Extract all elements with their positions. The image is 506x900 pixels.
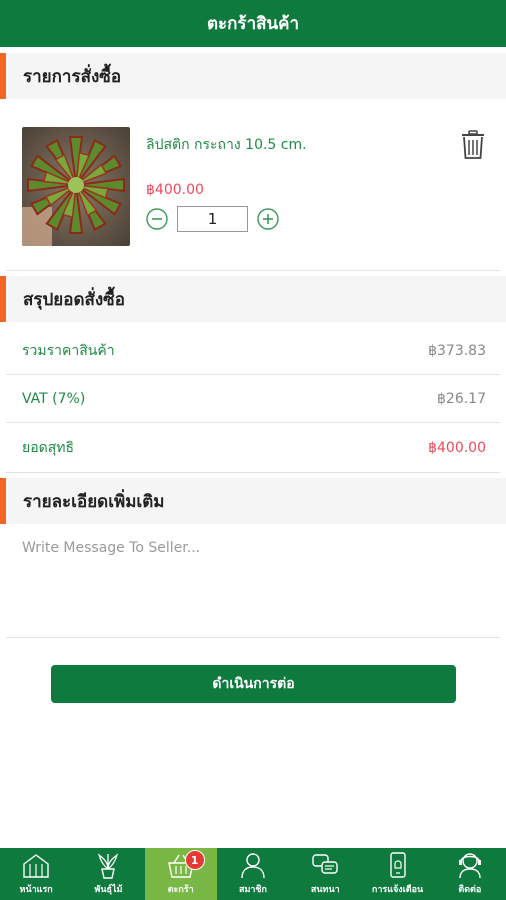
section-accent-bar	[0, 53, 6, 99]
nav-item-member[interactable]: สมาชิก	[217, 848, 289, 900]
net-total-label: ยอดสุทธิ	[22, 440, 75, 456]
nav-item-notification[interactable]: การแจ้งเตือน	[361, 848, 433, 900]
vat-value: ฿26.17	[437, 391, 486, 407]
subtotal-label: รวมราคาสินค้า	[22, 343, 115, 359]
home-icon	[23, 854, 49, 878]
message-to-seller-input[interactable]	[22, 540, 492, 630]
section-accent-bar	[0, 478, 6, 524]
nav-label: ติดต่อ	[458, 885, 482, 895]
nav-label: หน้าแรก	[19, 885, 53, 895]
cart-count-badge: 1	[184, 850, 205, 870]
product-image[interactable]	[22, 127, 130, 246]
divider	[6, 422, 500, 423]
quantity-stepper	[146, 205, 279, 233]
nav-item-home[interactable]: หน้าแรก	[0, 848, 72, 900]
cart-item: ลิปสติก กระถาง 10.5 cm. ฿400.00	[0, 100, 506, 270]
order-section-header: รายการสั่งซื้อ	[0, 53, 506, 99]
section-accent-bar	[0, 276, 6, 322]
nav-item-contact[interactable]: ติดต่อ	[434, 848, 506, 900]
order-section-title: รายการสั่งซื้อ	[23, 66, 122, 87]
net-total-value: ฿400.00	[428, 440, 486, 456]
nav-label: สมาชิก	[238, 885, 267, 895]
page-title: ตะกร้าสินค้า	[206, 14, 300, 34]
nav-label: สนทนา	[310, 885, 340, 895]
nav-label: ตะกร้า	[167, 885, 194, 895]
summary-section-title: สรุปยอดสั่งซื้อ	[23, 289, 125, 310]
bottom-nav: หน้าแรก พันธุ์ไม้ ตะกร้า 1 สมาชิก สนทนา …	[0, 848, 506, 900]
nav-label: พันธุ์ไม้	[94, 885, 123, 895]
details-section-title: รายละเอียดเพิ่มเติม	[23, 491, 165, 512]
divider	[6, 270, 500, 271]
nav-item-cart[interactable]: ตะกร้า 1	[144, 848, 217, 900]
succulent-photo	[22, 127, 130, 246]
nav-item-plants[interactable]: พันธุ์ไม้	[72, 848, 144, 900]
subtotal-row: รวมราคาสินค้า ฿373.83	[0, 327, 506, 375]
plus-icon[interactable]	[257, 208, 279, 230]
divider	[6, 637, 500, 638]
trash-icon[interactable]	[460, 130, 486, 160]
vat-label: VAT (7%)	[22, 391, 86, 407]
nav-label: การแจ้งเตือน	[371, 885, 424, 895]
member-icon	[241, 853, 265, 879]
summary-section-header: สรุปยอดสั่งซื้อ	[0, 276, 506, 322]
product-name[interactable]: ลิปสติก กระถาง 10.5 cm.	[146, 134, 307, 156]
plant-icon	[98, 853, 119, 879]
top-bar: ตะกร้าสินค้า	[0, 0, 506, 47]
divider	[6, 472, 500, 473]
vat-row: VAT (7%) ฿26.17	[0, 375, 506, 423]
net-total-row: ยอดสุทธิ ฿400.00	[0, 424, 506, 472]
details-section-header: รายละเอียดเพิ่มเติม	[0, 478, 506, 524]
nav-item-chat[interactable]: สนทนา	[289, 848, 361, 900]
proceed-button[interactable]: ดำเนินการต่อ	[51, 665, 456, 703]
quantity-input[interactable]	[177, 206, 248, 232]
contact-icon	[458, 853, 481, 879]
subtotal-value: ฿373.83	[428, 343, 486, 359]
product-price: ฿400.00	[146, 182, 204, 198]
notification-icon	[389, 852, 406, 878]
chat-icon	[312, 854, 338, 874]
minus-icon[interactable]	[146, 208, 168, 230]
